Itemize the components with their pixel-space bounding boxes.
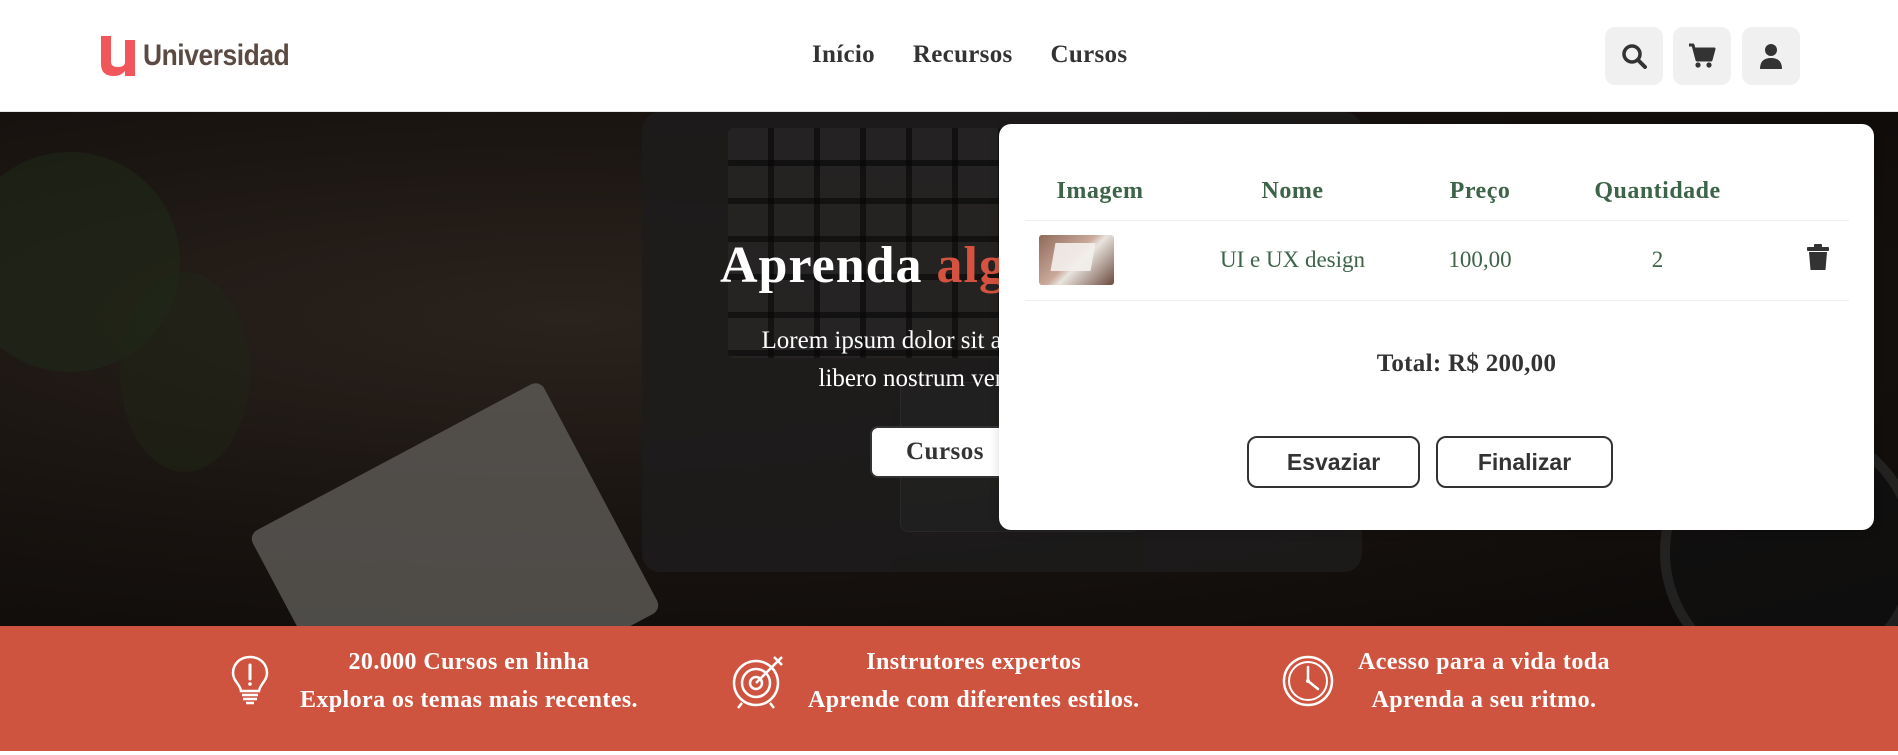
cart-table: Imagem Nome Preço Quantidade UI e UX des… <box>1025 164 1849 301</box>
search-button[interactable] <box>1605 27 1663 85</box>
hero-title: Aprenda alg <box>720 236 1006 295</box>
feature-item: 20.000 Cursos en linha Explora os temas … <box>222 643 638 719</box>
feature-title: Acesso para a vida toda <box>1358 649 1610 675</box>
cart-item-delete-cell <box>1765 220 1849 301</box>
cart-item-price: 100,00 <box>1410 220 1550 301</box>
feature-subtitle: Explora os temas mais recentes. <box>300 687 638 713</box>
feature-subtitle: Aprende com diferentes estilos. <box>808 687 1140 713</box>
site-header: Universidad Início Recursos Cursos <box>0 0 1898 112</box>
nav-link-inicio[interactable]: Início <box>812 41 875 69</box>
search-icon <box>1622 44 1647 69</box>
cart-header-image: Imagem <box>1025 164 1175 221</box>
cart-icon <box>1689 43 1716 68</box>
cart-item-row: UI e UX design 100,00 2 <box>1025 220 1849 301</box>
cart-item-quantity: 2 <box>1550 220 1765 301</box>
cart-table-header-row: Imagem Nome Preço Quantidade <box>1025 164 1849 221</box>
cart-header-price: Preço <box>1410 164 1550 221</box>
logo-u-icon <box>101 36 135 76</box>
cart-header-quantity: Quantidade <box>1550 164 1765 221</box>
feature-item: Instrutores expertos Aprende com diferen… <box>730 643 1139 719</box>
feature-item: Acesso para a vida toda Aprenda a seu ri… <box>1280 643 1610 719</box>
hero-cursos-button[interactable]: Cursos <box>870 426 1020 478</box>
hero-title-main: Aprenda <box>720 237 923 294</box>
clock-icon <box>1282 655 1334 707</box>
user-button[interactable] <box>1742 27 1800 85</box>
lightbulb-icon <box>231 655 269 705</box>
feature-title: 20.000 Cursos en linha <box>348 649 590 675</box>
cart-total: Total: R$ 200,00 <box>1376 350 1557 377</box>
hero-title-accent: alg <box>936 237 1006 294</box>
nav-link-cursos[interactable]: Cursos <box>1051 41 1128 69</box>
user-icon <box>1760 44 1782 69</box>
logo-text: Universidad <box>143 39 290 72</box>
checkout-button[interactable]: Finalizar <box>1436 436 1613 488</box>
trash-icon[interactable] <box>1807 244 1829 270</box>
cart-button[interactable] <box>1673 27 1731 85</box>
cart-dropdown: Imagem Nome Preço Quantidade UI e UX des… <box>999 124 1874 530</box>
features-bar: 20.000 Cursos en linha Explora os temas … <box>0 626 1898 751</box>
target-icon <box>732 656 783 709</box>
cart-header-name: Nome <box>1175 164 1410 221</box>
feature-title: Instrutores expertos <box>866 649 1082 675</box>
cart-item-name: UI e UX design <box>1175 220 1410 301</box>
empty-cart-button[interactable]: Esvaziar <box>1247 436 1420 488</box>
logo[interactable]: Universidad <box>99 36 309 76</box>
cart-item-image-cell <box>1025 220 1175 301</box>
cart-header-actions <box>1765 164 1849 221</box>
nav-link-recursos[interactable]: Recursos <box>913 41 1013 69</box>
feature-subtitle: Aprenda a seu ritmo. <box>1371 687 1597 713</box>
cart-item-thumbnail <box>1039 235 1114 285</box>
hero-notebook-image <box>248 379 662 626</box>
hero-plant-leaves <box>120 272 250 472</box>
main-nav: Início Recursos Cursos <box>812 41 1127 69</box>
